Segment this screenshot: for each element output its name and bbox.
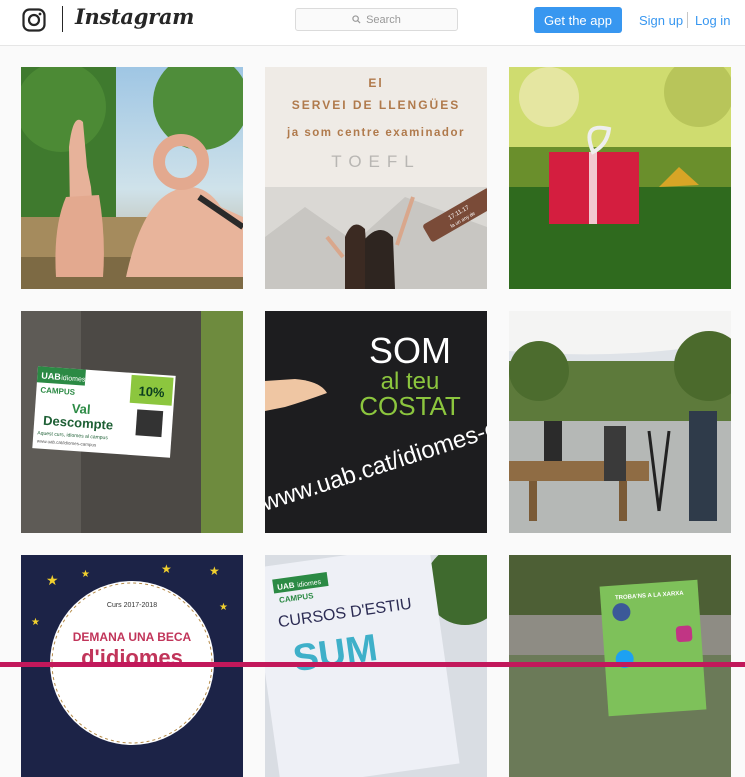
sign-up-link[interactable]: Sign up xyxy=(639,13,683,28)
post-image-outdoor-interview xyxy=(509,311,731,533)
search-input[interactable]: Search xyxy=(295,8,458,31)
post-2-text-centre: ja som centre examinador xyxy=(286,127,465,139)
star-icon: ★ xyxy=(161,562,172,576)
post-image-som-al-teu-costat: SOM al teu COSTAT www.uab.cat/idiomes-ca… xyxy=(265,311,487,533)
star-icon: ★ xyxy=(46,572,59,588)
bottom-banner-strip xyxy=(0,662,745,667)
post-thumbnail-4[interactable]: UAB idiomes CAMPUS 10% Val Descompte Aqu… xyxy=(21,311,243,533)
link-separator xyxy=(687,12,688,28)
post-thumbnail-2[interactable]: El SERVEI DE LLENGÜES ja som centre exam… xyxy=(265,67,487,289)
post-thumbnail-3[interactable] xyxy=(509,67,731,289)
log-in-link[interactable]: Log in xyxy=(695,13,730,28)
post-4-brand: UAB xyxy=(41,371,62,382)
post-image-toefl: El SERVEI DE LLENGÜES ja som centre exam… xyxy=(265,67,487,289)
instagram-wordmark[interactable]: Instagram xyxy=(75,4,194,29)
post-4-discount: 10% xyxy=(138,383,165,400)
post-2-text-el: El xyxy=(368,76,383,90)
post-7-beca-heading: DEMANA UNA BECA xyxy=(73,630,192,644)
post-image-gift xyxy=(509,67,731,289)
post-thumbnail-5[interactable]: SOM al teu COSTAT www.uab.cat/idiomes-ca… xyxy=(265,311,487,533)
search-placeholder: Search xyxy=(366,13,401,26)
star-icon: ★ xyxy=(31,617,40,628)
logo-divider xyxy=(62,6,63,32)
top-navigation-bar: Instagram Search Get the app Sign up Log… xyxy=(0,0,745,46)
instagram-logo-icon[interactable] xyxy=(22,8,46,32)
post-7-course-year: Curs 2017-2018 xyxy=(107,602,157,609)
post-thumbnail-1[interactable] xyxy=(21,67,243,289)
search-icon xyxy=(352,15,361,24)
post-image-voucher-tree: UAB idiomes CAMPUS 10% Val Descompte Aqu… xyxy=(21,311,243,533)
post-5-som: SOM xyxy=(369,330,451,371)
star-icon: ★ xyxy=(219,602,228,613)
post-image-hands-ok xyxy=(21,67,243,289)
get-the-app-button[interactable]: Get the app xyxy=(534,7,622,33)
instagram-icon xyxy=(675,625,693,643)
star-icon: ★ xyxy=(209,564,220,578)
post-thumbnail-6[interactable] xyxy=(509,311,731,533)
post-5-costat: COSTAT xyxy=(359,391,461,421)
post-2-text-toefl: TOEFL xyxy=(331,152,420,171)
post-2-text-servei: SERVEI DE LLENGÜES xyxy=(292,97,460,112)
star-icon: ★ xyxy=(81,569,90,580)
